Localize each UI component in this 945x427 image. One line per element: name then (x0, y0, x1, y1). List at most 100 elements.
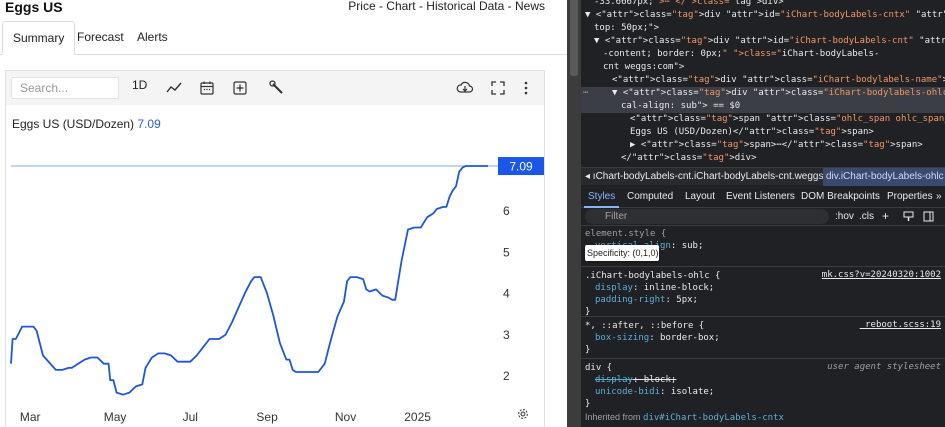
css-selector[interactable]: .iChart-bodylabels-ohlc { (585, 270, 720, 282)
breadcrumb: ◂ ıChart-bodyLabels-cnt.iChart-bodyLabel… (581, 167, 945, 186)
x-tick-label: Nov (335, 410, 356, 424)
series-line-eggs-us (10, 165, 488, 396)
y-tick-label: 5 (503, 245, 510, 259)
rule-separator (581, 358, 945, 359)
page-title: Eggs US (5, 0, 63, 15)
css-declaration[interactable]: unicode-bidi: isolate; (595, 386, 714, 398)
tab-layout[interactable]: Layout (685, 191, 715, 202)
tab-bar: Summary Forecast Alerts (0, 21, 567, 55)
y-tick-label: 4 (503, 287, 510, 301)
css-property-value[interactable]: block; (644, 375, 677, 385)
styles-toolbar: Filter :hov .cls + (581, 208, 945, 226)
css-property-name[interactable]: unicode-bidi (595, 387, 660, 397)
hover-state-toggle[interactable]: :hov (835, 211, 854, 222)
rule-source-link[interactable]: _reboot.scss:19 (860, 320, 941, 330)
price-tag-label: 7.09 (509, 160, 533, 174)
line-chart-icon[interactable] (165, 79, 183, 97)
dom-node-line[interactable]: ▼ <"attr">class="tag">div "attr">class="… (581, 87, 945, 100)
download-icon[interactable] (456, 79, 474, 97)
x-tick-label: 2025 (404, 410, 431, 424)
css-property-value[interactable]: sub; (682, 241, 704, 251)
breadcrumb-item-selected[interactable]: div.iChart-bodyLabels-ohlc (823, 168, 945, 186)
css-property-value[interactable]: inline-block; (644, 283, 714, 293)
breadcrumb-item[interactable]: ◂ ıChart-bodyLabels-cnt.iChart-bodyLabel… (585, 171, 848, 182)
wrench-icon[interactable] (268, 79, 286, 97)
tab-forecast[interactable]: Forecast (77, 30, 124, 44)
dom-node-line[interactable]: </"attr">class="tag">div> (581, 152, 945, 165)
price-chart[interactable]: 6 5 4 3 2 7.09 Mar May Jul Sep Nov 2025 (6, 105, 544, 425)
inherited-link[interactable]: div#iChart-bodyLabels-cntx (643, 413, 784, 423)
css-property-value[interactable]: border-box; (660, 333, 720, 343)
css-declaration[interactable]: display: inline-block; (595, 282, 714, 294)
panel-divider[interactable] (567, 0, 581, 427)
css-selector[interactable]: div { (585, 362, 612, 374)
css-selector[interactable]: *, ::after, ::before { (585, 320, 704, 332)
css-rule-close: } (585, 345, 591, 355)
css-declaration[interactable]: box-sizing: border-box; (595, 332, 720, 344)
rule-separator (581, 266, 945, 267)
x-tick-label: Jul (183, 410, 198, 424)
dom-node-line[interactable]: <"attr">class="tag">span "attr">class="o… (581, 113, 945, 126)
rule-source-link[interactable]: mk.css?v=20240320:1002 (822, 270, 941, 280)
tab-properties[interactable]: Properties (887, 191, 933, 202)
dom-node-line[interactable]: -content; border: 0px;" ">class="iChart-… (581, 48, 945, 61)
dom-node-line[interactable]: <"attr">class="tag">div "attr">class="iC… (581, 74, 945, 87)
dom-node-line[interactable]: ▼ <"attr">class="tag">div "attr">id="iCh… (581, 9, 945, 22)
tab-computed[interactable]: Computed (627, 191, 673, 202)
fullscreen-icon[interactable] (489, 79, 507, 97)
rule-source-link: user agent stylesheet (827, 362, 941, 372)
tab-event-listeners[interactable]: Event Listeners (726, 191, 795, 202)
tab-styles[interactable]: Styles (588, 191, 615, 202)
tab-dom-breakpoints[interactable]: DOM Breakpoints (801, 191, 880, 202)
dom-node-line[interactable]: cal-align: sub"> == $0 (581, 100, 945, 113)
dom-node-line[interactable]: -33.6667px;">⋯ </">class="tag">div> (581, 0, 945, 9)
inherited-header: Inherited from div#iChart-bodyLabels-cnt… (585, 412, 784, 423)
css-selector[interactable]: element.style { (585, 228, 666, 240)
y-tick-label: 3 (503, 328, 510, 342)
inherited-label: Inherited from (585, 412, 641, 422)
paint-brush-icon[interactable] (903, 211, 914, 222)
tab-summary[interactable]: Summary (2, 21, 76, 55)
class-toggle[interactable]: .cls (859, 211, 874, 222)
css-property-name[interactable]: box-sizing (595, 333, 649, 343)
x-tick-label: Sep (256, 410, 278, 424)
chart-panel: 1D (5, 70, 545, 427)
devtools-panel: -33.6667px;">⋯ </">class="tag">div> ▼ <"a… (581, 0, 945, 427)
dom-node-line[interactable]: ▶ <"attr">class="tag">span>⋯</"attr">cla… (581, 139, 945, 152)
css-rule-close: } (585, 399, 591, 409)
tab-alerts[interactable]: Alerts (137, 30, 168, 44)
css-declaration[interactable]: display: block; (595, 374, 676, 386)
dom-node-line[interactable]: Eggs US (USD/Dozen)</"attr">class="tag">… (581, 126, 945, 139)
css-property-value[interactable]: isolate; (671, 387, 714, 397)
sidebar-toggle-icon[interactable] (923, 211, 934, 222)
add-rule-button[interactable]: + (882, 209, 889, 223)
css-property-value[interactable]: 5px; (676, 295, 698, 305)
add-indicator-icon[interactable] (231, 79, 249, 97)
css-property-name[interactable]: padding-right (595, 295, 665, 305)
calendar-icon[interactable] (198, 79, 216, 97)
devtools-tabs: Styles Computed Layout Event Listeners D… (581, 186, 945, 208)
web-page: Eggs US Price - Chart - Historical Data … (0, 0, 567, 427)
dom-node-line[interactable]: top: 50px;"> (581, 22, 945, 35)
x-tick-label: Mar (20, 410, 41, 424)
page-nav[interactable]: Price - Chart - Historical Data - News (348, 0, 545, 13)
dom-node-line[interactable]: ▼ <"attr">class="tag">div "attr">id="iCh… (581, 35, 945, 48)
range-1d-button[interactable]: 1D (132, 78, 147, 92)
gear-icon[interactable] (516, 407, 530, 421)
rule-separator (581, 316, 945, 317)
chart-toolbar: 1D (6, 71, 544, 105)
more-tabs-icon[interactable]: » (936, 191, 942, 202)
y-tick-label: 6 (503, 204, 510, 218)
specificity-tooltip: Specificity: (0,1,0) (585, 245, 659, 261)
y-tick-label: 2 (503, 369, 510, 383)
more-options-icon[interactable] (517, 79, 535, 97)
search-input[interactable] (11, 77, 119, 99)
scrollbar-thumb[interactable] (570, 0, 578, 76)
css-property-name[interactable]: display (595, 375, 633, 385)
node-actions-icon[interactable]: ⋯ (583, 87, 595, 100)
css-property-name[interactable]: display (595, 283, 633, 293)
x-tick-label: May (104, 410, 127, 424)
dom-node-line[interactable]: cnt weggs:com"> (581, 61, 945, 74)
filter-input[interactable]: Filter (585, 209, 829, 224)
css-declaration[interactable]: padding-right: 5px; (595, 294, 698, 306)
